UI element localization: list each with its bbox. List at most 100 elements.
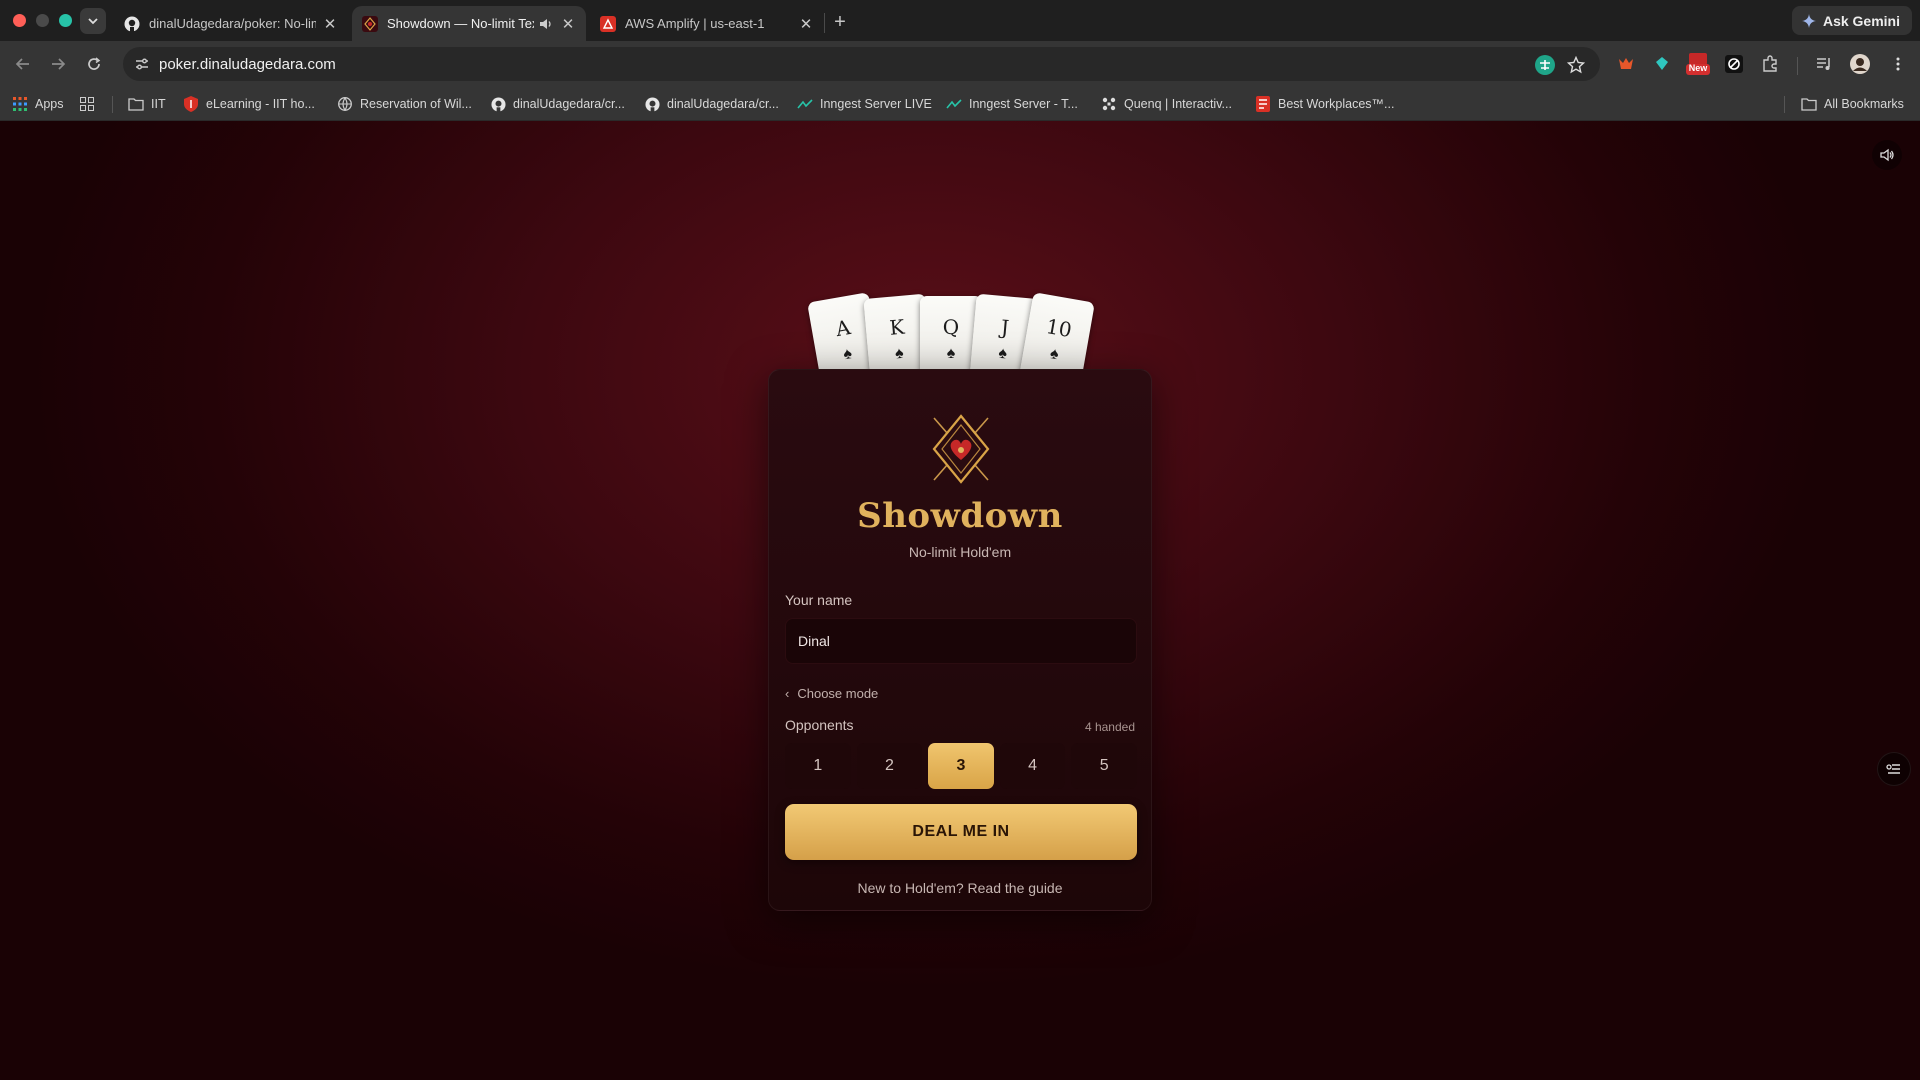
github-icon xyxy=(490,96,506,112)
apps-grid-icon xyxy=(12,96,28,112)
reload-icon xyxy=(88,57,101,70)
gemini-icon xyxy=(1801,13,1816,28)
close-tab-icon[interactable]: ✕ xyxy=(322,16,338,33)
bookmark-github-1[interactable]: dinalUdagedara/cr... xyxy=(490,95,625,113)
bookmark-best-workplaces[interactable]: Best Workplaces™... xyxy=(1255,95,1394,113)
ask-gemini-label: Ask Gemini xyxy=(1822,12,1900,29)
opponent-option-3[interactable]: 3 xyxy=(928,743,994,789)
inngest-icon xyxy=(946,96,962,112)
extension-diamond-icon[interactable] xyxy=(1650,52,1674,76)
arrow-right-icon xyxy=(52,58,66,70)
bookmark-apps[interactable]: Apps xyxy=(12,95,64,113)
app-subtitle: No-limit Hold'em xyxy=(908,544,1012,560)
bookmark-elearning[interactable]: eLearning - IIT ho... xyxy=(183,95,315,113)
tab-aws-amplify[interactable]: AWS Amplify | us-east-1 ✕ xyxy=(590,6,824,41)
opponents-label: Opponents xyxy=(785,717,854,733)
tab-title: AWS Amplify | us-east-1 xyxy=(625,16,765,31)
opponents-selector: 1 2 3 4 5 xyxy=(785,743,1137,789)
read-guide-link[interactable]: New to Hold'em? Read the guide xyxy=(769,880,1151,896)
choose-mode-link[interactable]: ‹ Choose mode xyxy=(785,684,878,702)
bookmark-reservation[interactable]: Reservation of Wil... xyxy=(337,95,472,113)
star-bookmark-icon[interactable] xyxy=(1565,54,1587,76)
forward-button[interactable] xyxy=(45,51,71,77)
bookmark-github-2[interactable]: dinalUdagedara/cr... xyxy=(644,95,779,113)
tab-groups-icon xyxy=(79,96,95,112)
tab-showdown[interactable]: Showdown — No-limit Tex ✕ xyxy=(352,6,586,41)
tab-strip: dinalUdagedara/poker: No-lim ✕ Showdown … xyxy=(0,0,1920,41)
extension-fox-icon[interactable] xyxy=(1614,52,1638,76)
bookmark-inngest-live[interactable]: Inngest Server LIVE xyxy=(797,95,932,113)
bookmark-tab-groups[interactable] xyxy=(79,95,102,113)
name-input[interactable] xyxy=(785,618,1137,664)
github-icon xyxy=(644,96,660,112)
new-badge-label: New xyxy=(1688,63,1708,73)
bookmark-inngest-test[interactable]: Inngest Server - T... xyxy=(946,95,1078,113)
bookmark-folder-iit[interactable]: IIT xyxy=(128,95,166,113)
back-button[interactable] xyxy=(10,51,36,77)
folder-icon xyxy=(128,96,144,112)
diamond-heart-emblem-icon xyxy=(932,414,990,484)
bookmark-quenq[interactable]: Quenq | Interactiv... xyxy=(1101,95,1232,113)
window-maximize-button[interactable] xyxy=(59,14,72,27)
media-controls-icon[interactable] xyxy=(1812,52,1836,76)
best-workplaces-icon xyxy=(1255,96,1271,112)
deal-me-in-button[interactable]: DEAL ME IN xyxy=(785,804,1137,860)
page-content: A ♠ K ♠ Q ♠ J ♠ 10 ♠ Showdown No-limit H… xyxy=(0,121,1920,1080)
opponent-option-4[interactable]: 4 xyxy=(999,743,1066,789)
bookmark-label: Reservation of Wil... xyxy=(360,97,472,111)
extension-zen-icon[interactable] xyxy=(1722,52,1746,76)
window-minimize-button[interactable] xyxy=(36,14,49,27)
shield-red-icon xyxy=(183,96,199,112)
bookmark-label: Quenq | Interactiv... xyxy=(1124,97,1232,111)
speaker-icon xyxy=(1880,148,1894,162)
aws-amplify-icon xyxy=(600,15,616,32)
bookmarks-divider xyxy=(1784,96,1785,113)
bookmark-label: Apps xyxy=(35,97,64,111)
tab-title: dinalUdagedara/poker: No-lim xyxy=(149,16,316,31)
opponent-option-1[interactable]: 1 xyxy=(785,743,851,789)
side-panel-button[interactable] xyxy=(1877,752,1911,786)
sound-toggle-button[interactable] xyxy=(1872,140,1902,170)
new-tab-button[interactable]: + xyxy=(828,10,852,34)
close-tab-icon[interactable]: ✕ xyxy=(560,16,576,33)
profile-avatar[interactable] xyxy=(1848,52,1872,76)
bookmark-label: dinalUdagedara/cr... xyxy=(513,97,625,111)
more-menu-icon[interactable] xyxy=(1886,52,1910,76)
chevron-left-icon: ‹ xyxy=(785,685,790,701)
all-bookmarks-button[interactable]: All Bookmarks xyxy=(1801,95,1904,113)
opponent-option-5[interactable]: 5 xyxy=(1071,743,1137,789)
tab-title: Showdown — No-limit Tex xyxy=(387,16,534,31)
bookmarks-bar: Apps IIT eLearning - IIT ho... Reservati… xyxy=(0,87,1920,121)
handed-count: 4 handed xyxy=(1084,720,1135,734)
browser-toolbar: poker.dinaludagedara.com New xyxy=(0,41,1920,87)
app-title: Showdown xyxy=(857,496,1063,536)
tab-separator xyxy=(824,13,825,33)
bookmark-label: eLearning - IIT ho... xyxy=(206,97,315,111)
extension-new-badge-icon[interactable]: New xyxy=(1686,52,1710,76)
speaker-icon[interactable] xyxy=(538,16,554,32)
globe-icon xyxy=(337,96,353,112)
bookmarks-divider xyxy=(112,96,113,113)
chevron-down-icon xyxy=(88,18,98,25)
reload-button[interactable] xyxy=(81,51,107,77)
close-tab-icon[interactable]: ✕ xyxy=(798,16,814,33)
address-bar[interactable]: poker.dinaludagedara.com xyxy=(123,47,1600,81)
translate-icon[interactable] xyxy=(1534,54,1556,76)
arrow-left-icon xyxy=(15,58,29,70)
all-bookmarks-label: All Bookmarks xyxy=(1824,97,1904,111)
opponent-option-2[interactable]: 2 xyxy=(856,743,923,789)
showdown-icon xyxy=(362,15,378,32)
ask-gemini-button[interactable]: Ask Gemini xyxy=(1791,6,1912,35)
setup-panel: Showdown No-limit Hold'em Your name ‹ Ch… xyxy=(768,369,1152,911)
name-label: Your name xyxy=(785,592,853,608)
extensions-puzzle-icon[interactable] xyxy=(1758,52,1782,76)
bookmark-label: IIT xyxy=(151,97,166,111)
site-info-icon[interactable] xyxy=(132,54,152,74)
github-icon xyxy=(124,16,140,32)
tab-search-button[interactable] xyxy=(80,8,106,34)
list-settings-icon xyxy=(1886,764,1900,774)
bookmark-label: dinalUdagedara/cr... xyxy=(667,97,779,111)
bookmark-label: Best Workplaces™... xyxy=(1278,97,1395,111)
tab-github-poker[interactable]: dinalUdagedara/poker: No-lim ✕ xyxy=(114,6,348,41)
window-close-button[interactable] xyxy=(13,14,26,27)
